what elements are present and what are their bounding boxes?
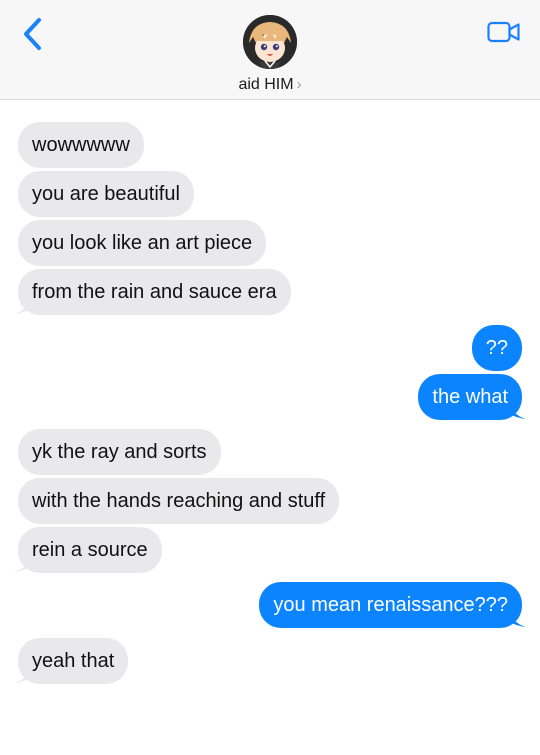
contact-avatar[interactable] xyxy=(243,15,297,69)
incoming-message[interactable]: you are beautiful xyxy=(18,171,194,217)
outgoing-bubble-tail xyxy=(508,402,526,419)
chevron-left-icon xyxy=(24,18,41,50)
avatar-illustration xyxy=(243,15,297,69)
incoming-bubble-tail xyxy=(14,555,32,572)
incoming-message[interactable]: from the rain and sauce era xyxy=(18,269,291,315)
back-button[interactable] xyxy=(14,14,50,54)
contact-name-button[interactable]: aid HIM › xyxy=(0,76,540,94)
outgoing-message[interactable]: you mean renaissance??? xyxy=(259,582,522,628)
incoming-message[interactable]: rein a source xyxy=(18,527,162,573)
outgoing-message[interactable]: ?? xyxy=(471,325,522,371)
facetime-video-button[interactable] xyxy=(486,18,522,46)
outgoing-bubble-tail xyxy=(508,610,526,627)
incoming-bubble-tail xyxy=(14,297,32,314)
incoming-bubble-tail xyxy=(14,666,32,683)
incoming-message[interactable]: yeah that xyxy=(18,638,129,684)
chevron-right-icon: › xyxy=(296,76,302,93)
incoming-message[interactable]: yk the ray and sorts xyxy=(18,429,221,475)
outgoing-message[interactable]: the what xyxy=(418,374,522,420)
conversation-header: aid HIM › xyxy=(0,0,540,100)
video-camera-icon xyxy=(487,21,520,43)
incoming-message[interactable]: with the hands reaching and stuff xyxy=(18,478,340,524)
incoming-message[interactable]: wowwwww xyxy=(18,122,144,168)
contact-name: aid HIM xyxy=(238,76,294,93)
incoming-message[interactable]: you look like an art piece xyxy=(18,220,267,266)
